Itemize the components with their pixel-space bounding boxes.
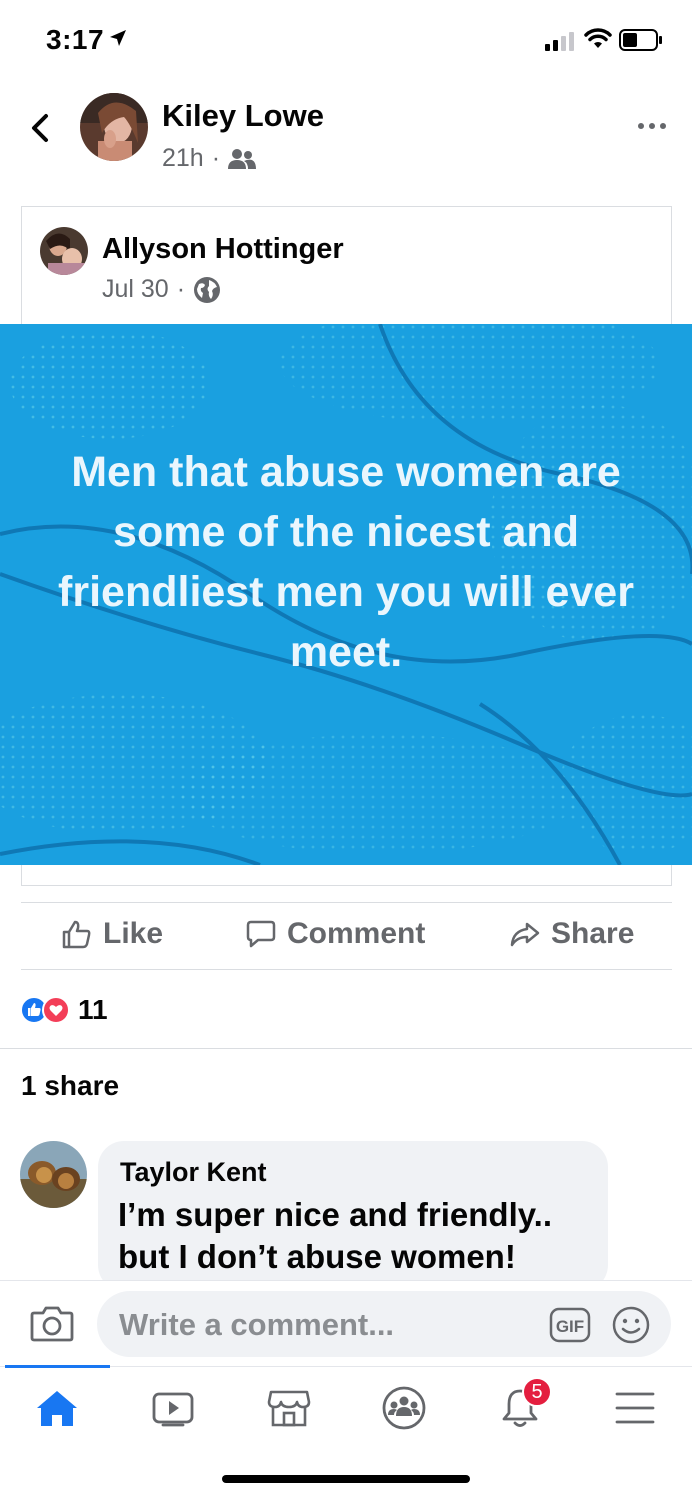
bottom-navigation: 5 (0, 1365, 692, 1497)
like-button[interactable]: Like (61, 917, 163, 951)
comment-text: I’m super nice and friendly.. but I don’… (118, 1196, 552, 1275)
dot-icon (660, 123, 666, 129)
nav-menu[interactable] (605, 1383, 665, 1433)
camera-icon (30, 1306, 74, 1342)
divider (0, 1048, 692, 1049)
status-bar: 3:17 (0, 0, 692, 84)
nav-groups[interactable] (374, 1383, 434, 1433)
gif-icon[interactable]: GIF (549, 1307, 591, 1343)
nav-home[interactable] (27, 1383, 87, 1433)
meta-separator: · (211, 144, 221, 172)
dot-icon (649, 123, 655, 129)
profile-photo (20, 1141, 87, 1208)
comment-composer: Write a comment... GIF (0, 1280, 692, 1366)
commenter-avatar[interactable] (20, 1141, 87, 1208)
share-button[interactable]: Share (509, 917, 634, 951)
speech-bubble-icon (246, 920, 276, 948)
cellular-signal-icon (545, 32, 574, 51)
meta-separator: · (176, 275, 186, 303)
post-quote-text: Men that abuse women are some of the nic… (58, 448, 634, 676)
author-name[interactable]: Kiley Lowe (162, 98, 324, 134)
home-indicator-bar[interactable] (222, 1475, 470, 1483)
groups-icon (382, 1386, 426, 1430)
friends-icon (228, 148, 257, 169)
author-avatar[interactable] (80, 93, 148, 161)
comment-bubble[interactable]: Taylor Kent I’m super nice and friendly.… (98, 1141, 608, 1291)
profile-photo (40, 227, 88, 275)
shared-author-name[interactable]: Allyson Hottinger (102, 233, 344, 266)
shared-post-date[interactable]: Jul 30 (102, 275, 169, 304)
post-image[interactable]: Men that abuse women are some of the nic… (0, 324, 692, 865)
profile-photo (80, 93, 148, 161)
emoji-icon[interactable] (611, 1305, 651, 1345)
nav-marketplace[interactable] (259, 1383, 319, 1433)
share-label: Share (551, 917, 635, 950)
chevron-left-icon (32, 114, 48, 142)
thumbs-up-icon (62, 920, 91, 949)
camera-button[interactable] (30, 1303, 74, 1348)
watch-video-icon (152, 1392, 194, 1427)
shared-post-header: Allyson Hottinger Jul 30 · (22, 207, 671, 325)
notification-badge: 5 (522, 1377, 552, 1407)
post-meta: 21h · (162, 144, 257, 173)
nav-notifications[interactable]: 5 (490, 1377, 552, 1433)
comment-button[interactable]: Comment (245, 917, 425, 951)
globe-icon (194, 276, 221, 303)
status-time: 3:17 (46, 24, 105, 55)
more-options-button[interactable] (636, 114, 668, 138)
post-action-bar: Like Comment Share (21, 902, 672, 970)
back-button[interactable] (22, 110, 58, 146)
active-tab-indicator (5, 1365, 110, 1368)
hamburger-menu-icon (615, 1392, 655, 1424)
like-label: Like (103, 917, 164, 950)
shared-author-avatar[interactable] (40, 227, 88, 275)
comment-label: Comment (287, 917, 426, 950)
shared-post-meta: Jul 30 · (102, 275, 221, 304)
comment-author[interactable]: Taylor Kent (120, 1157, 588, 1188)
location-arrow-icon (110, 30, 126, 46)
love-reaction-icon (42, 996, 70, 1024)
nav-watch[interactable] (143, 1383, 203, 1433)
dot-icon (638, 123, 644, 129)
share-arrow-icon (510, 922, 540, 947)
post-header: Kiley Lowe 21h · (0, 84, 692, 184)
post-timestamp[interactable]: 21h (162, 144, 204, 173)
marketplace-store-icon (267, 1390, 311, 1427)
wifi-icon (584, 28, 612, 48)
comment-input[interactable]: Write a comment... GIF (97, 1291, 671, 1357)
reactions-summary[interactable]: 11 (20, 990, 108, 1030)
gif-label: GIF (556, 1317, 584, 1336)
shares-count[interactable]: 1 share (21, 1070, 119, 1102)
reaction-count: 11 (78, 994, 108, 1025)
home-icon (37, 1391, 77, 1426)
battery-icon (619, 29, 662, 51)
comment-placeholder: Write a comment... (119, 1307, 395, 1342)
